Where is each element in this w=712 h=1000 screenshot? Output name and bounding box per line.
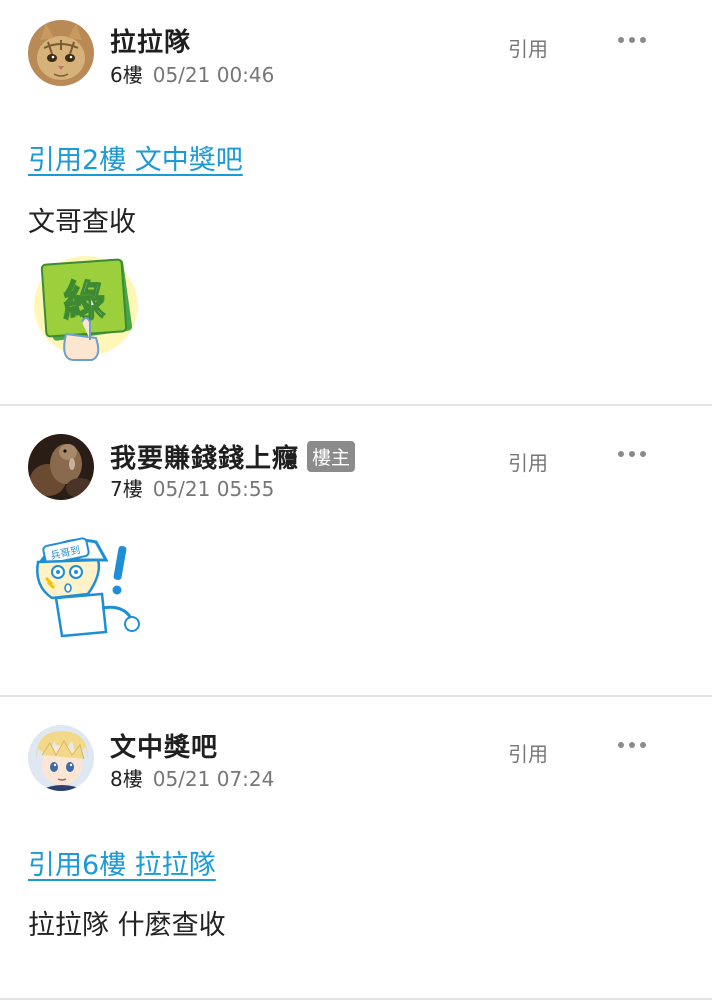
post-time: 05/21 07:24 (152, 767, 275, 791)
author-name[interactable]: 我要賺錢錢上癮 (110, 438, 299, 475)
avatar[interactable] (28, 434, 94, 500)
avatar[interactable] (28, 725, 94, 791)
quote-button[interactable]: 引用 (508, 447, 548, 476)
quote-link[interactable]: 引用6樓 拉拉隊 (28, 843, 216, 882)
quote-button[interactable]: 引用 (508, 738, 548, 767)
post-floor-6: 拉拉隊 6樓 05/21 00:46 引用 引用2樓 文中獎吧 文哥查收 綠 (0, 0, 712, 406)
post-meta: 6樓 05/21 00:46 (110, 59, 274, 88)
post-time: 05/21 00:46 (152, 63, 275, 87)
avatar[interactable] (28, 20, 94, 86)
post-content: 拉拉隊 什麼查收 (28, 910, 226, 941)
author-name[interactable]: 拉拉隊 (110, 22, 191, 59)
cat-avatar-icon (28, 20, 94, 86)
floor-number: 6樓 (110, 63, 143, 87)
anime-boy-avatar-icon (28, 725, 94, 791)
author-row: 我要賺錢錢上癮 樓主 (110, 438, 356, 475)
animal-photo-avatar-icon (28, 434, 94, 500)
more-options-icon[interactable] (618, 451, 646, 459)
post-floor-7: 我要賺錢錢上癮 樓主 7樓 05/21 05:55 引用 兵哥到 (0, 406, 712, 697)
author-row: 文中獎吧 (110, 727, 218, 764)
thread-owner-badge: 樓主 (307, 441, 356, 472)
post-meta: 7樓 05/21 05:55 (110, 473, 274, 502)
floor-number: 7樓 (110, 477, 143, 501)
author-name[interactable]: 文中獎吧 (110, 727, 218, 764)
quote-button[interactable]: 引用 (508, 33, 548, 62)
more-options-icon[interactable] (618, 37, 646, 45)
author-row: 拉拉隊 (110, 22, 191, 59)
quote-link[interactable]: 引用2樓 文中獎吧 (28, 138, 243, 177)
post-meta: 8樓 05/21 07:24 (110, 763, 274, 792)
green-card-sticker: 綠 (30, 250, 142, 366)
post-time: 05/21 05:55 (152, 477, 275, 501)
floor-number: 8樓 (110, 767, 143, 791)
surprised-boy-sticker: 兵哥到 (32, 532, 148, 648)
more-options-icon[interactable] (618, 742, 646, 750)
post-content: 文哥查收 (28, 207, 136, 238)
post-floor-8: 文中獎吧 8樓 05/21 07:24 引用 引用6樓 拉拉隊 拉拉隊 什麼查收 (0, 697, 712, 1000)
